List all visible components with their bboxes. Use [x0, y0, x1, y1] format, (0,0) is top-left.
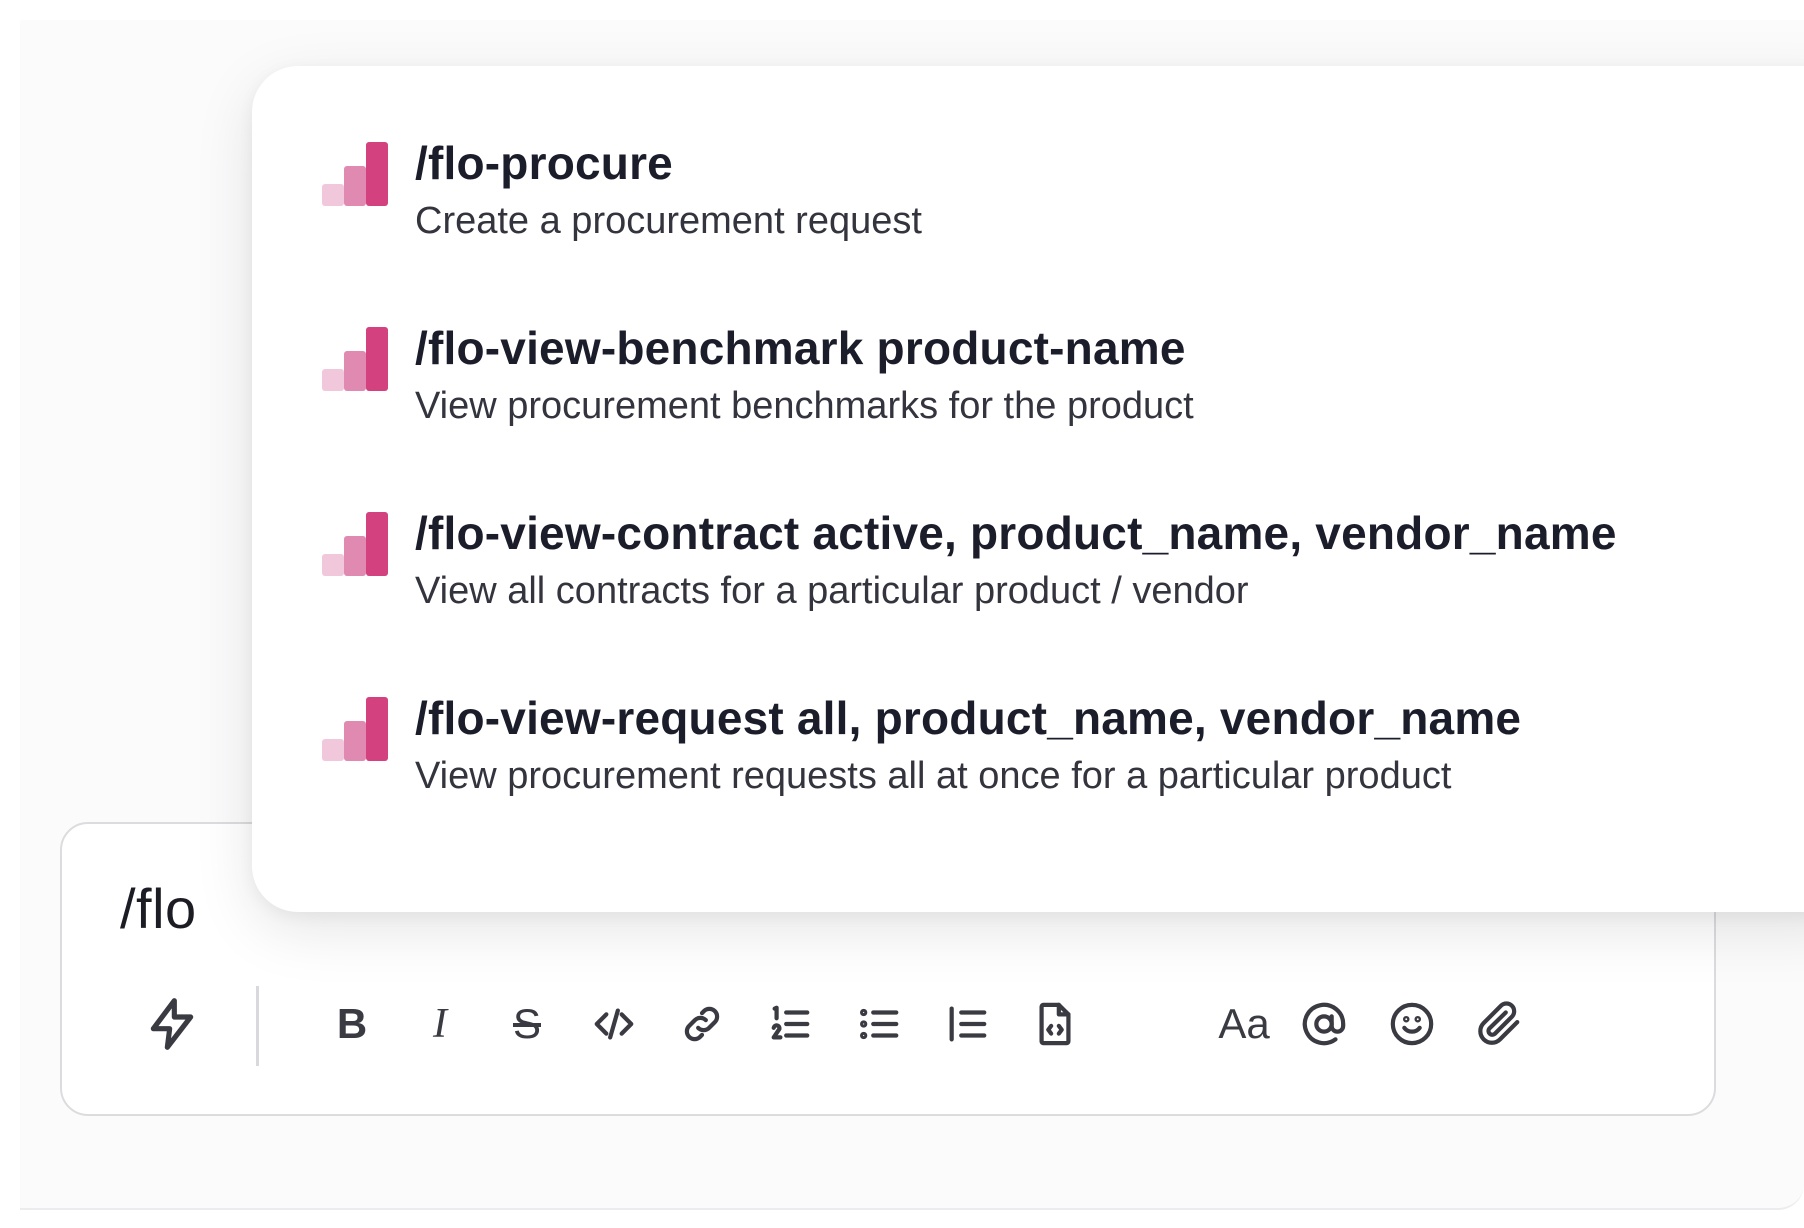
flo-app-icon: [322, 512, 388, 576]
toolbar-divider: [256, 986, 259, 1066]
code-icon: [594, 1008, 634, 1040]
mention-button[interactable]: [1292, 992, 1356, 1056]
ordered-list-button[interactable]: [758, 992, 822, 1056]
strikethrough-icon: S: [512, 1000, 541, 1047]
blockquote-icon: [949, 1006, 987, 1042]
bold-button[interactable]: B: [320, 992, 384, 1056]
command-description: View procurement benchmarks for the prod…: [415, 385, 1194, 427]
command-title: /flo-procure: [415, 137, 673, 189]
command-title: /flo-view-contract active, product_name,…: [415, 507, 1617, 559]
italic-button[interactable]: I: [408, 992, 472, 1056]
blockquote-button[interactable]: [935, 992, 999, 1056]
bold-icon: B: [336, 1000, 368, 1047]
link-button[interactable]: [670, 992, 734, 1056]
canvas: /flo B I S Aa /flo-procure Create a proc…: [0, 0, 1804, 1228]
formatting-icon: Aa: [1218, 1000, 1270, 1047]
command-item-flo-view-request[interactable]: /flo-view-request all, product_name, ven…: [322, 691, 1804, 831]
message-input[interactable]: /flo: [120, 876, 197, 941]
mention-icon: [1302, 1002, 1346, 1046]
lightning-icon: [150, 998, 194, 1050]
ordered-list-icon: [771, 1005, 810, 1040]
command-item-flo-view-contract[interactable]: /flo-view-contract active, product_name,…: [322, 506, 1804, 646]
command-title: /flo-view-request all, product_name, ven…: [415, 692, 1522, 744]
bullet-list-icon: [860, 1008, 899, 1040]
command-item-flo-view-benchmark[interactable]: /flo-view-benchmark product-name View pr…: [322, 321, 1804, 461]
flo-app-icon: [322, 697, 388, 761]
bullet-list-button[interactable]: [847, 992, 911, 1056]
code-block-icon: [1039, 1002, 1071, 1046]
shortcuts-button[interactable]: [140, 992, 204, 1056]
link-icon: [684, 1006, 720, 1042]
text-formatting-button[interactable]: Aa: [1202, 992, 1286, 1056]
command-description: View procurement requests all at once fo…: [415, 755, 1452, 797]
command-description: View all contracts for a particular prod…: [415, 570, 1249, 612]
emoji-button[interactable]: [1380, 992, 1444, 1056]
command-item-flo-procure[interactable]: /flo-procure Create a procurement reques…: [322, 136, 1804, 276]
code-button[interactable]: [582, 992, 646, 1056]
slash-command-menu: /flo-procure Create a procurement reques…: [252, 66, 1804, 912]
italic-icon: I: [433, 1001, 447, 1047]
command-title: /flo-view-benchmark product-name: [415, 322, 1186, 374]
code-block-button[interactable]: [1023, 992, 1087, 1056]
strikethrough-button[interactable]: S: [495, 992, 559, 1056]
attachment-button[interactable]: [1468, 992, 1532, 1056]
flo-app-icon: [322, 142, 388, 206]
attachment-icon: [1478, 1001, 1520, 1045]
formatting-toolbar: B I S Aa: [110, 978, 1670, 1074]
emoji-icon: [1390, 1002, 1434, 1046]
flo-app-icon: [322, 327, 388, 391]
command-description: Create a procurement request: [415, 200, 922, 242]
